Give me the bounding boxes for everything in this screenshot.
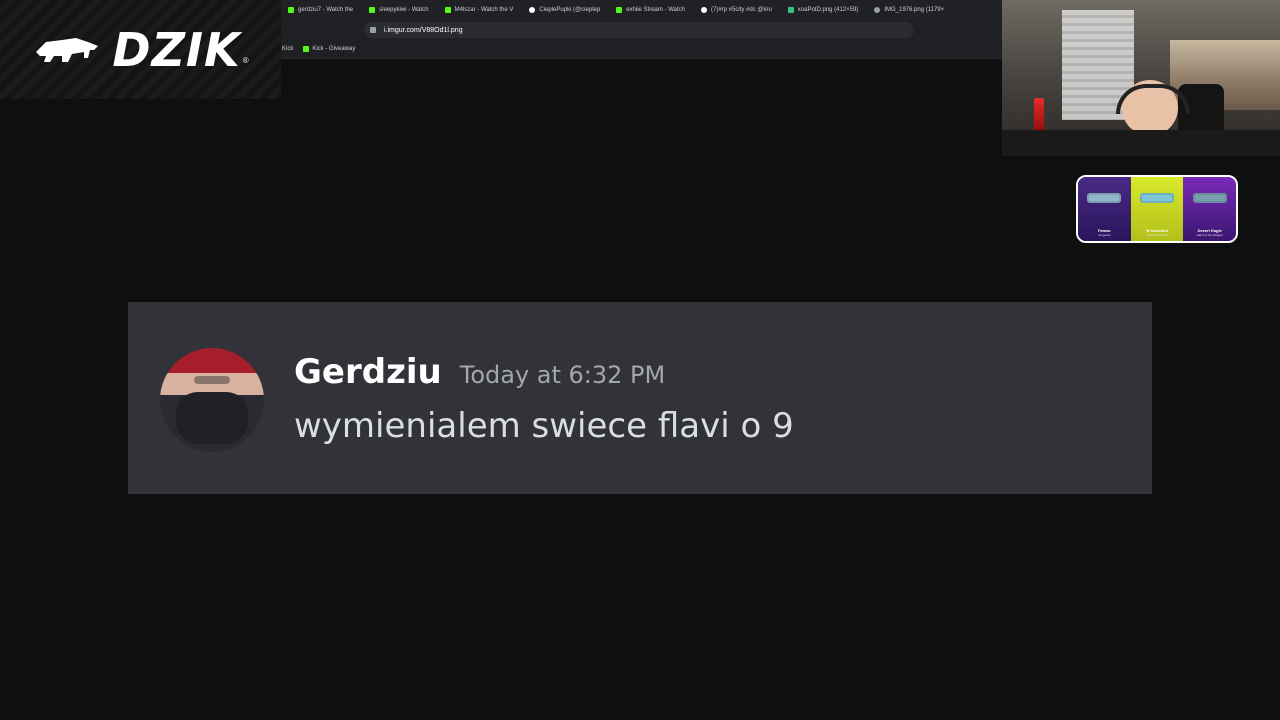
avatar	[160, 348, 264, 452]
message-header: Gerdziu Today at 6:32 PM	[294, 352, 665, 392]
kick-icon	[616, 7, 623, 13]
avatar-face-detail	[194, 376, 230, 384]
avatar-scarf-detail	[176, 392, 248, 444]
tab[interactable]: exhiie Stream - Watch	[608, 0, 693, 20]
tab-label: CieplePupki (@cieplep	[539, 7, 601, 13]
case-card: ★ Karambit Case Hardened	[1130, 177, 1184, 241]
kick-icon	[288, 7, 294, 13]
address-bar[interactable]: i.imgur.com/V88Od1l.png	[364, 22, 914, 38]
tab[interactable]: CieplePupki (@cieplep	[521, 0, 608, 20]
case-subtitle: Case Hardened	[1146, 233, 1168, 237]
webcam-feed	[1002, 0, 1280, 156]
desk	[1002, 130, 1280, 156]
tab-label: M4lszar - Watch the V	[454, 7, 514, 13]
bookmark-item[interactable]: Kick	[282, 46, 293, 52]
case-subtitle: Sergeant	[1098, 233, 1111, 237]
knife-icon	[1140, 193, 1174, 203]
tab-label: IMG_1976.png (1179×	[884, 7, 945, 13]
case-drop-widget: Famas Sergeant ★ Karambit Case Hardened …	[1076, 175, 1238, 243]
case-subtitle: Hand of the Dragon	[1196, 233, 1223, 237]
browser-window: gerdziu7 - Watch the sleepykiwi - Watch …	[280, 0, 1180, 59]
tab[interactable]: sleepykiwi - Watch	[361, 0, 436, 20]
tab-label: gerdziu7 - Watch the	[298, 7, 354, 13]
boar-icon	[36, 37, 99, 62]
tab[interactable]: M4lszar - Watch the V	[437, 0, 522, 20]
globe-icon	[874, 7, 881, 13]
bookmark-label: Kick - Giveaway	[312, 46, 356, 52]
tab[interactable]: IMG_1976.png (1179×	[866, 0, 952, 20]
site-info-icon[interactable]	[370, 27, 376, 33]
tab-strip: gerdziu7 - Watch the sleepykiwi - Watch …	[280, 0, 1002, 20]
tiktok-icon	[701, 7, 707, 13]
channel-logo: DZIK ®	[0, 0, 281, 99]
tab-label: sleepykiwi - Watch	[379, 7, 429, 13]
rifle-icon	[1087, 193, 1122, 203]
tab[interactable]: gerdziu7 - Watch the	[280, 0, 361, 20]
tiktok-icon	[529, 7, 536, 13]
logo-group: DZIK ®	[32, 22, 249, 77]
bookmarks-bar: Kick Kick - Giveaway	[280, 42, 355, 56]
tab-label: exhiie Stream - Watch	[626, 7, 685, 13]
message-content: wymienialem swiece flavi o 9	[294, 406, 794, 446]
tab[interactable]: (7)#rp #5city #dc @kru	[693, 0, 780, 20]
tab-label: xoaPotD.png (412×59)	[797, 7, 859, 13]
kick-icon	[303, 46, 310, 52]
url-text[interactable]: i.imgur.com/V88Od1l.png	[384, 27, 463, 34]
username: Gerdziu	[294, 352, 442, 392]
kick-icon	[369, 7, 376, 13]
pistol-icon	[1192, 193, 1227, 203]
registered-mark: ®	[242, 55, 249, 65]
case-card: Desert Eagle Hand of the Dragon	[1183, 177, 1236, 241]
logo-text: DZIK	[112, 22, 241, 77]
case-card: Famas Sergeant	[1078, 177, 1131, 241]
message-timestamp: Today at 6:32 PM	[459, 361, 666, 389]
tab[interactable]: xoaPotD.png (412×59)	[780, 0, 867, 20]
bookmark-item[interactable]: Kick - Giveaway	[303, 46, 355, 52]
kick-icon	[444, 7, 451, 13]
image-icon	[787, 7, 794, 13]
bookmark-label: Kick	[282, 46, 294, 52]
tab-label: (7)#rp #5city #dc @kru	[711, 7, 772, 13]
discord-message-card: Gerdziu Today at 6:32 PM wymienialem swi…	[128, 302, 1152, 494]
